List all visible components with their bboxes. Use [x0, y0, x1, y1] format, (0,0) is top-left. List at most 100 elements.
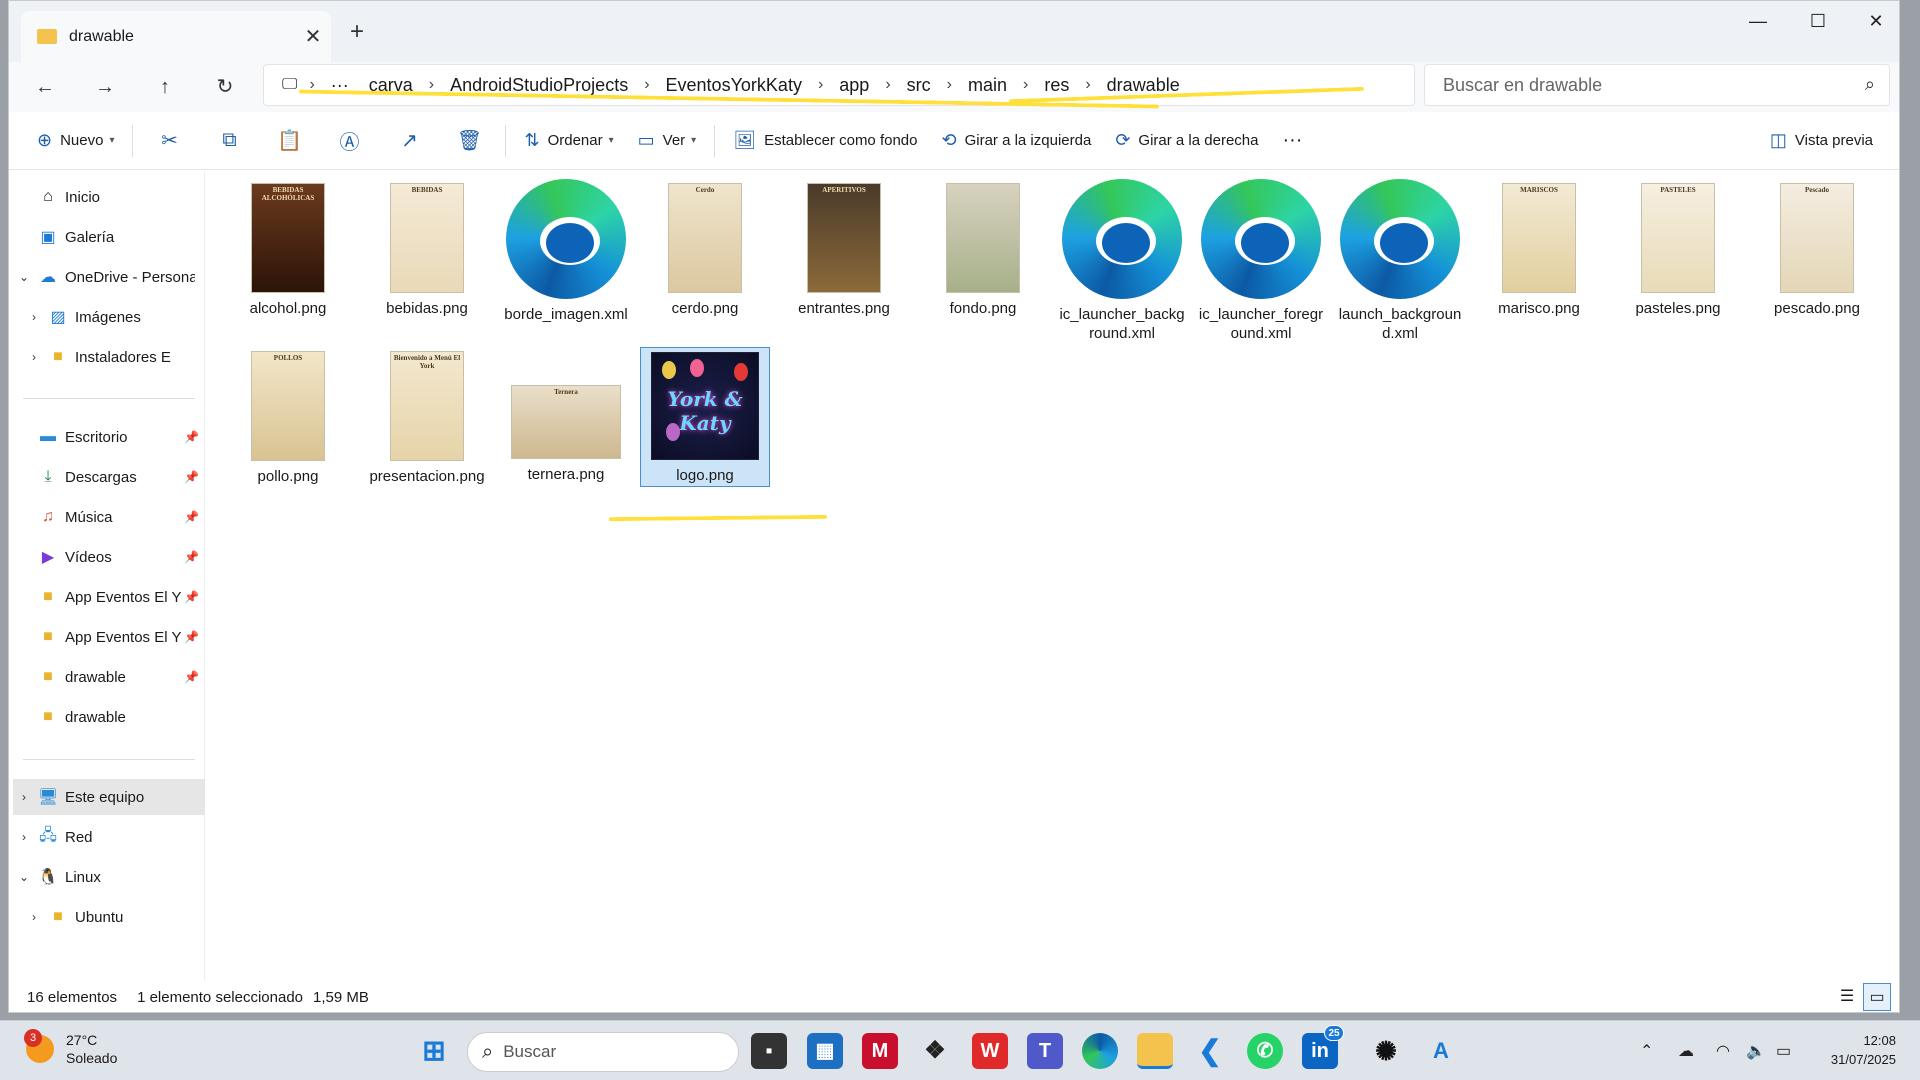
back-arrow-icon[interactable]: ← [23, 70, 67, 104]
close-window-button[interactable]: ✕ [1847, 1, 1899, 41]
chevron-right-icon[interactable]: › [23, 350, 45, 364]
sidebar-item-app-eventos-2[interactable]: ■ App Eventos El Y 📌 [13, 619, 205, 655]
file-item[interactable]: MARISCOS marisco.png [1474, 179, 1604, 319]
sidebar-item-linux[interactable]: ⌄ 🐧 Linux [13, 859, 205, 895]
set-background-button[interactable]: 🖼 Establecer como fondo [721, 121, 929, 161]
rotate-left-button[interactable]: ⟲ Girar a la izquierda [929, 121, 1103, 161]
chevron-up-icon[interactable]: ⌃ [1640, 1041, 1653, 1061]
forward-arrow-icon[interactable]: → [83, 70, 127, 104]
delete-icon[interactable]: 🗑 [439, 121, 499, 161]
rotate-right-button[interactable]: ⟳ Girar a la derecha [1103, 121, 1270, 161]
chevron-right-icon[interactable]: › [941, 76, 958, 94]
volume-icon[interactable]: 🔈 [1746, 1041, 1766, 1061]
breadcrumb-eventosyorkkaty[interactable]: EventosYorkKaty [656, 75, 812, 96]
system-clock[interactable]: 12:08 31/07/2025 [1831, 1031, 1896, 1069]
sidebar-item-instaladores[interactable]: › ■ Instaladores E [23, 339, 215, 375]
sidebar-item-videos[interactable]: ▶ Vídeos 📌 [13, 539, 205, 575]
edge-browser-icon[interactable] [1082, 1033, 1118, 1069]
up-arrow-icon[interactable]: ↑ [143, 70, 187, 104]
search-icon[interactable]: ⌕ [1865, 74, 1875, 95]
file-item[interactable]: ic_launcher_background.xml [1057, 179, 1187, 342]
chevron-right-icon[interactable]: › [23, 910, 45, 924]
pin-icon[interactable]: 📌 [184, 630, 199, 644]
pin-icon[interactable]: 📌 [184, 510, 199, 524]
view-button[interactable]: ▭ Ver ▾ [626, 121, 709, 161]
file-item[interactable]: ic_launcher_foreground.xml [1196, 179, 1326, 342]
pin-icon[interactable]: 📌 [184, 470, 199, 484]
file-item[interactable]: Ternera ternera.png [501, 347, 631, 487]
sidebar-item-app-eventos-1[interactable]: ■ App Eventos El Y 📌 [13, 579, 205, 615]
chevron-right-icon[interactable]: › [638, 76, 655, 94]
close-tab-icon[interactable]: ✕ [295, 24, 331, 49]
file-item[interactable]: PASTELES pasteles.png [1613, 179, 1743, 319]
store-icon[interactable]: ▦ [807, 1033, 843, 1069]
file-item[interactable]: Bienvenido a Menú El York presentacion.pn… [362, 347, 492, 487]
rename-icon[interactable]: Ⓐ [319, 121, 379, 161]
breadcrumb-main[interactable]: main [958, 75, 1017, 96]
chevron-right-icon[interactable]: › [1079, 76, 1096, 94]
file-item[interactable]: BEBIDAS ALCOHÓLICAS alcohol.png [223, 179, 353, 319]
paste-icon[interactable]: 📋 [259, 121, 319, 161]
sort-button[interactable]: ⇅ Ordenar ▾ [512, 121, 625, 161]
new-button[interactable]: ⊕ Nuevo ▾ [25, 121, 126, 161]
sidebar-item-drawable-2[interactable]: ■ drawable [13, 699, 205, 735]
sidebar-item-descargas[interactable]: ⤓ Descargas 📌 [13, 459, 205, 495]
preview-pane-button[interactable]: ◫ Vista previa [1758, 121, 1885, 161]
pin-icon[interactable]: 📌 [184, 430, 199, 444]
chevron-right-icon[interactable]: › [13, 830, 35, 844]
sidebar-item-escritorio[interactable]: ▬ Escritorio 📌 [13, 419, 205, 455]
chevron-right-icon[interactable]: › [13, 790, 35, 804]
pin-icon[interactable]: 📌 [184, 590, 199, 604]
breadcrumb-res[interactable]: res [1034, 75, 1079, 96]
chevron-right-icon[interactable]: › [879, 76, 896, 94]
minimize-button[interactable]: — [1729, 1, 1787, 41]
onedrive-tray-icon[interactable]: ☁ [1678, 1041, 1694, 1061]
task-view-icon[interactable]: ▪ [751, 1033, 787, 1069]
sidebar-item-imagenes[interactable]: › ▨ Imágenes [23, 299, 215, 335]
sidebar-item-este-equipo[interactable]: › 🖥 Este equipo [13, 779, 205, 815]
file-item[interactable]: POLLOS pollo.png [223, 347, 353, 487]
file-item[interactable]: York & Katy logo.png [640, 347, 770, 487]
chevron-down-icon[interactable]: ⌄ [13, 270, 35, 284]
mcafee-icon[interactable]: M [862, 1033, 898, 1069]
dropbox-icon[interactable]: ❖ [917, 1033, 953, 1069]
more-options-button[interactable]: ··· [1270, 121, 1314, 161]
battery-icon[interactable]: ▭ [1776, 1041, 1791, 1061]
copy-icon[interactable]: ⧉ [199, 121, 259, 161]
file-item[interactable]: Pescado pescado.png [1752, 179, 1882, 319]
vscode-icon[interactable]: ❮ [1192, 1033, 1228, 1069]
file-item[interactable]: APERITIVOS entrantes.png [779, 179, 909, 319]
large-icons-view-icon[interactable]: ▭ [1863, 983, 1891, 1011]
new-tab-button[interactable]: + [339, 17, 375, 49]
refresh-icon[interactable]: ↻ [203, 70, 247, 104]
maximize-button[interactable]: ☐ [1789, 1, 1847, 41]
share-icon[interactable]: ↗ [379, 121, 439, 161]
linkedin-icon[interactable]: in 25 [1302, 1025, 1344, 1069]
wifi-icon[interactable]: ◠ [1716, 1041, 1730, 1061]
pin-icon[interactable]: 📌 [184, 550, 199, 564]
file-explorer-taskbar-icon[interactable] [1137, 1033, 1173, 1069]
chevron-down-icon[interactable]: ⌄ [13, 870, 35, 884]
sidebar-item-ubuntu[interactable]: › ■ Ubuntu [23, 899, 215, 935]
file-item[interactable]: BEBIDAS bebidas.png [362, 179, 492, 319]
sidebar-item-galeria[interactable]: ▣ Galería [13, 219, 205, 255]
sidebar-item-red[interactable]: › 🖧 Red [13, 819, 205, 855]
chevron-right-icon[interactable]: › [1017, 76, 1034, 94]
whatsapp-icon[interactable]: ✆ [1247, 1033, 1283, 1069]
chevron-right-icon[interactable]: › [23, 310, 45, 324]
sidebar-item-onedrive[interactable]: ⌄ ☁ OneDrive - Persona [13, 259, 205, 295]
windows-start-icon[interactable]: ⊞ [416, 1033, 452, 1069]
weather-widget[interactable]: 3 27°C Soleado [24, 1029, 117, 1067]
tab-drawable[interactable]: drawable ✕ [21, 11, 331, 62]
chevron-right-icon[interactable]: › [812, 76, 829, 94]
pin-icon[interactable]: 📌 [184, 670, 199, 684]
chatgpt-icon[interactable]: ✺ [1368, 1033, 1404, 1069]
details-view-icon[interactable]: ☰ [1833, 983, 1861, 1011]
file-item[interactable]: fondo.png [918, 179, 1048, 319]
teams-icon[interactable]: T [1027, 1033, 1063, 1069]
file-item[interactable]: borde_imagen.xml [501, 179, 631, 323]
sidebar-item-musica[interactable]: ♫ Música 📌 [13, 499, 205, 535]
wps-office-icon[interactable]: W [972, 1033, 1008, 1069]
file-item[interactable]: launch_background.xml [1335, 179, 1465, 342]
file-item[interactable]: Cerdo cerdo.png [640, 179, 770, 319]
